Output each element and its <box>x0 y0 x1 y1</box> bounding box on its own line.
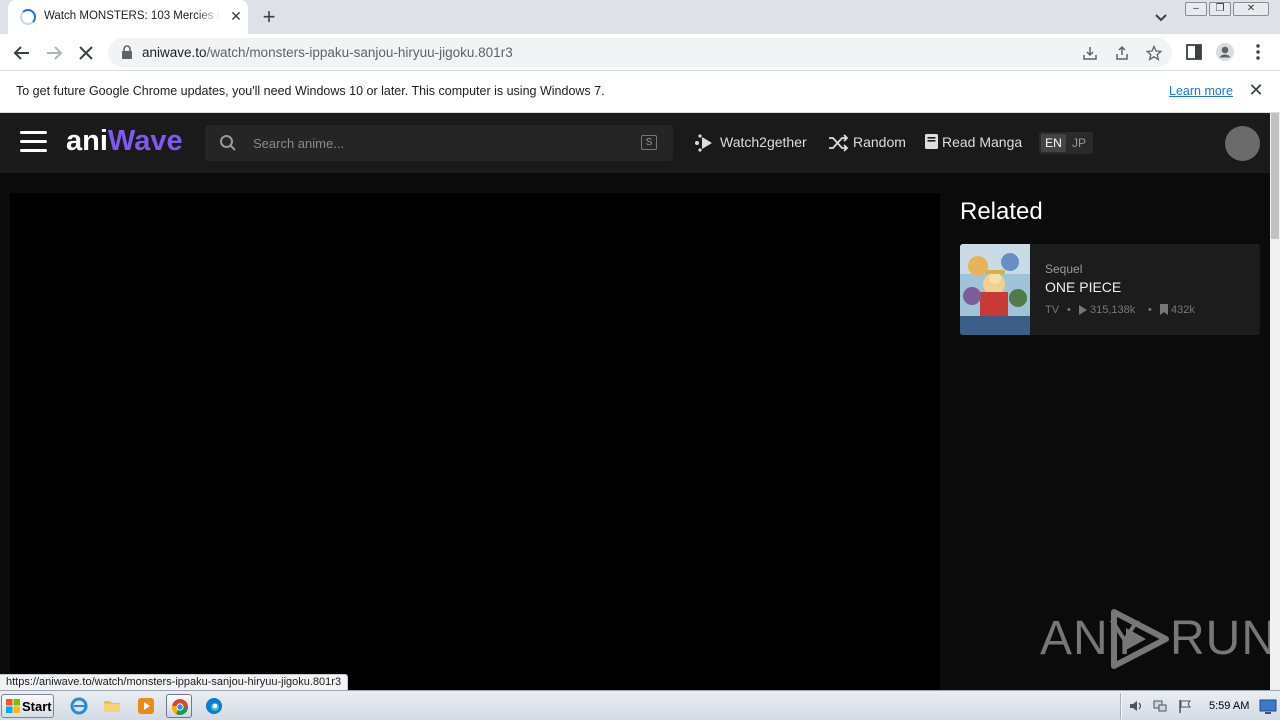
watermark-right-text: RUN <box>1170 612 1270 665</box>
volume-icon[interactable] <box>1128 698 1144 714</box>
lang-jp-button[interactable]: JP <box>1067 134 1091 152</box>
show-desktop-icon[interactable] <box>1259 697 1277 715</box>
bookmark-icon <box>1160 304 1168 315</box>
action-center-flag-icon[interactable] <box>1177 698 1193 714</box>
update-infobar: To get future Google Chrome updates, you… <box>0 71 1280 113</box>
logo-text-ani: ani <box>66 125 108 157</box>
tab-close-icon[interactable]: ✕ <box>228 8 244 24</box>
restore-window-button[interactable]: ❐ <box>1209 2 1231 16</box>
start-button[interactable]: Start <box>1 694 54 718</box>
site-logo[interactable]: aniWave <box>66 125 183 161</box>
play-icon <box>1079 305 1087 315</box>
related-type: TV <box>1045 304 1060 316</box>
status-url-bubble: https://aniwave.to/watch/monsters-ippaku… <box>0 674 349 691</box>
infobar-close-icon[interactable]: ✕ <box>1247 81 1265 99</box>
related-item-card[interactable]: Sequel ONE PIECE TV • 315,138k • 432k <box>960 244 1260 335</box>
watch2gether-label: Watch2gether <box>720 134 807 150</box>
forward-arrow-icon[interactable] <box>43 42 65 64</box>
anime-poster-thumbnail[interactable] <box>960 244 1030 335</box>
lang-en-button[interactable]: EN <box>1041 134 1066 152</box>
minimize-window-button[interactable]: – <box>1185 2 1207 16</box>
user-avatar[interactable] <box>1225 126 1260 161</box>
install-app-icon[interactable] <box>1082 45 1098 61</box>
search-box[interactable]: S <box>205 125 673 161</box>
random-link[interactable]: Random <box>828 132 908 152</box>
windows-taskbar: Start 5:59 AM <box>0 690 1280 720</box>
logo-text-ave: ave <box>134 125 183 157</box>
taskbar-edge[interactable] <box>201 694 227 718</box>
related-views: 315,138k <box>1090 304 1136 316</box>
learn-more-link[interactable]: Learn more <box>1169 84 1233 98</box>
screen: { "browser": { "tab_title": "Watch MONST… <box>0 0 1280 720</box>
related-relation: Sequel <box>1045 262 1083 276</box>
address-bar[interactable]: aniwave.to/watch/monsters-ippaku-sanjou-… <box>108 38 1172 67</box>
infobar-message: To get future Google Chrome updates, you… <box>16 84 605 98</box>
read-manga-label: Read Manga <box>942 134 1023 150</box>
address-url[interactable]: aniwave.to/watch/monsters-ippaku-sanjou-… <box>142 45 513 60</box>
start-label: Start <box>22 699 52 714</box>
system-clock[interactable]: 5:59 AM <box>1209 700 1249 712</box>
logo-text-w: W <box>107 125 135 157</box>
browser-toolbar: aniwave.to/watch/monsters-ippaku-sanjou-… <box>0 34 1280 71</box>
watch2gether-icon <box>695 134 712 152</box>
back-arrow-icon[interactable] <box>11 42 33 64</box>
page-scrollbar[interactable] <box>1270 113 1280 690</box>
watch2gether-link[interactable]: Watch2gether <box>693 132 811 152</box>
tab-title: Watch MONSTERS: 103 Mercies Dragon Damna… <box>44 10 220 22</box>
taskbar-internet-explorer[interactable] <box>66 694 92 718</box>
hamburger-menu-icon[interactable] <box>20 131 47 153</box>
url-path: /watch/monsters-ippaku-sanjou-hiryuu-jig… <box>206 45 513 60</box>
bookmark-star-icon[interactable] <box>1146 45 1162 61</box>
read-manga-link[interactable]: Read Manga <box>924 132 1023 152</box>
share-icon[interactable] <box>1114 45 1130 61</box>
related-title[interactable]: ONE PIECE <box>1045 279 1121 295</box>
search-input[interactable] <box>253 133 633 153</box>
edge-icon <box>206 698 222 714</box>
site-header: aniWave S Watch2gether Random Read Manga… <box>0 113 1270 173</box>
scrollbar-thumb[interactable] <box>1271 113 1279 239</box>
chrome-menu-icon[interactable] <box>1248 42 1268 62</box>
tray-separator <box>1120 693 1122 719</box>
related-heading: Related <box>960 198 1043 225</box>
chrome-icon <box>171 699 188 715</box>
aniwave-page: aniWave S Watch2gether Random Read Manga… <box>0 113 1270 690</box>
search-shortcut-key: S <box>641 135 657 150</box>
shuffle-icon <box>829 134 849 152</box>
close-window-button[interactable]: ✕ <box>1233 2 1269 16</box>
network-icon[interactable] <box>1152 698 1168 714</box>
language-toggle[interactable]: EN JP <box>1039 132 1093 154</box>
new-tab-button[interactable]: + <box>258 6 280 28</box>
side-panel-icon[interactable] <box>1184 42 1204 62</box>
windows-flag-icon <box>6 699 20 713</box>
browser-tab-strip: Watch MONSTERS: 103 Mercies Dragon Damna… <box>0 0 1280 34</box>
taskbar-chrome[interactable] <box>166 694 192 718</box>
internet-explorer-icon <box>70 697 88 715</box>
tab-search-chevron-icon[interactable] <box>1150 7 1172 27</box>
lock-icon[interactable] <box>120 45 134 60</box>
meta-dot: • <box>1148 304 1152 316</box>
book-icon <box>925 134 938 149</box>
search-icon <box>220 135 236 151</box>
media-player-icon <box>138 698 154 714</box>
profile-icon[interactable] <box>1215 42 1235 62</box>
url-host: aniwave.to <box>142 45 207 60</box>
loading-spinner-icon <box>20 9 36 25</box>
browser-tab[interactable]: Watch MONSTERS: 103 Mercies Dragon Damna… <box>8 0 248 34</box>
anyrun-play-logo-icon <box>1111 609 1169 669</box>
related-bookmarks: 432k <box>1171 304 1195 316</box>
taskbar-media-player[interactable] <box>133 694 159 718</box>
random-label: Random <box>853 134 906 150</box>
taskbar-file-explorer[interactable] <box>99 694 125 718</box>
stop-loading-icon[interactable] <box>75 42 97 64</box>
folder-icon <box>104 701 120 712</box>
meta-dot: • <box>1067 304 1071 316</box>
video-player[interactable] <box>10 193 940 690</box>
